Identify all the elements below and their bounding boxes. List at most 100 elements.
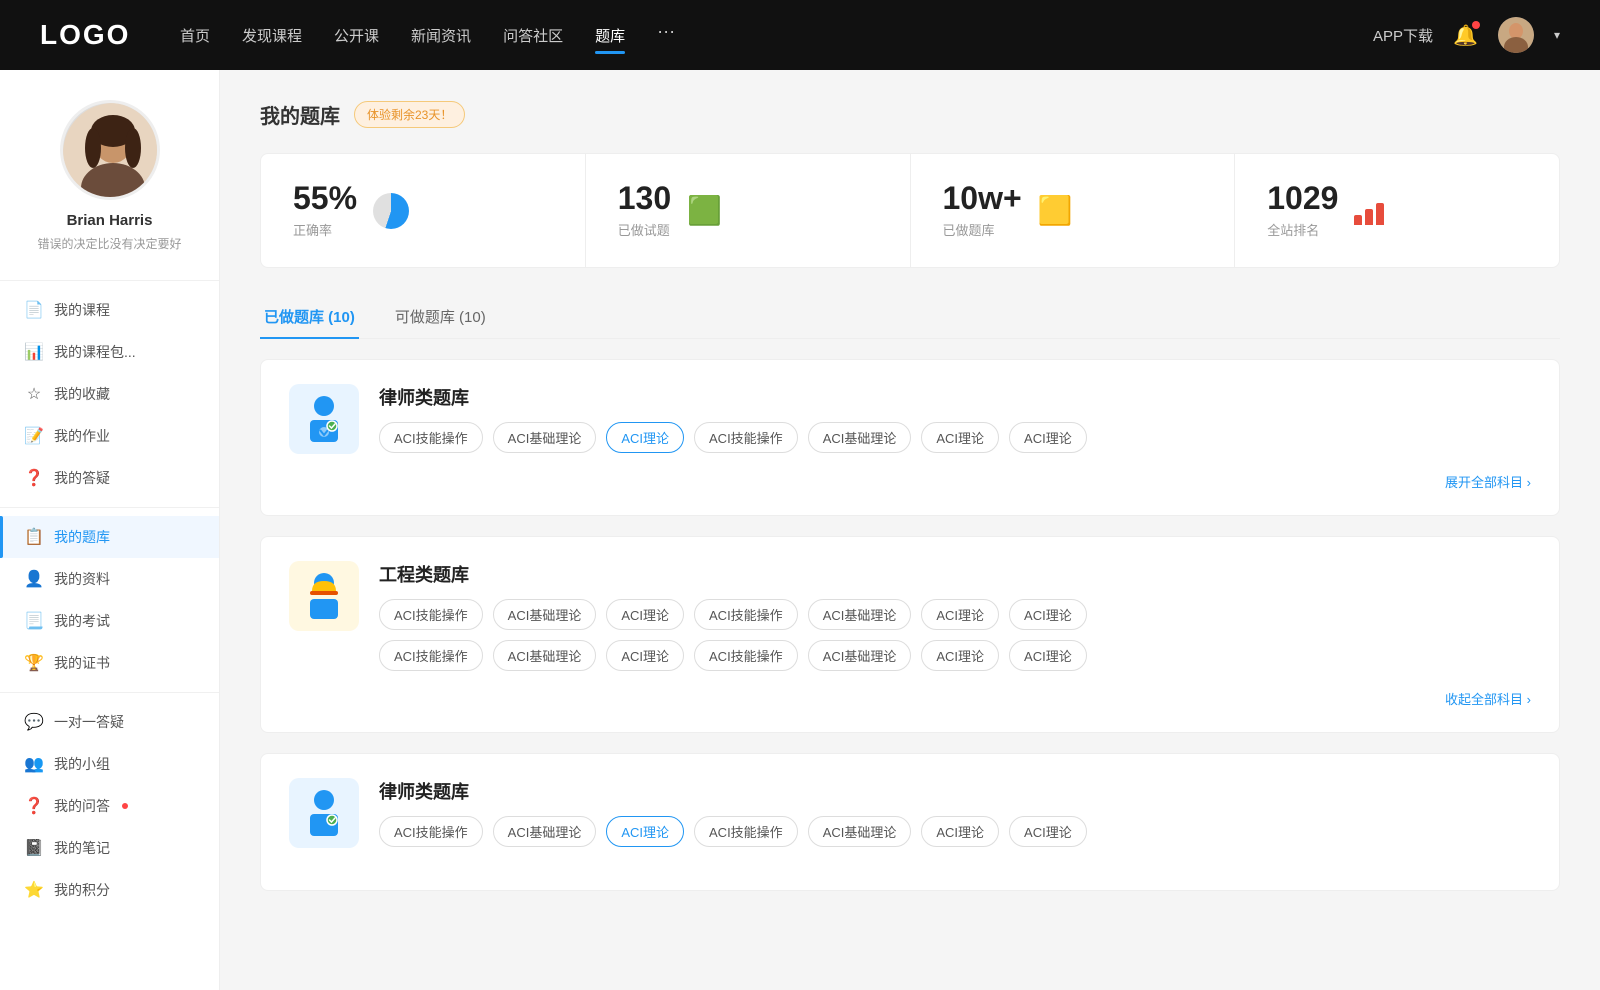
bank-tag[interactable]: ACI理论 <box>1009 599 1087 630</box>
bank-tag[interactable]: ACI技能操作 <box>379 816 483 847</box>
bank-tag[interactable]: ACI基础理论 <box>493 422 597 453</box>
bank-card-engineer: 工程类题库 ACI技能操作 ACI基础理论 ACI理论 ACI技能操作 ACI基… <box>260 536 1560 733</box>
bank-card-lawyer-1-header: 律师类题库 ACI技能操作 ACI基础理论 ACI理论 ACI技能操作 ACI基… <box>289 384 1531 454</box>
nav-dropdown-icon[interactable]: ▾ <box>1554 28 1560 42</box>
bank-tag[interactable]: ACI技能操作 <box>694 816 798 847</box>
tab-done-banks[interactable]: 已做题库 (10) <box>260 296 359 339</box>
sidebar-label-course-package: 我的课程包... <box>54 342 136 362</box>
tab-available-banks[interactable]: 可做题库 (10) <box>391 296 490 339</box>
nav-more[interactable]: ··· <box>657 21 675 50</box>
sidebar-label-favorites: 我的收藏 <box>54 384 110 404</box>
bar-1 <box>1354 215 1362 225</box>
nav-home[interactable]: 首页 <box>180 21 210 50</box>
rank-bar-chart <box>1354 197 1386 225</box>
bank-tag[interactable]: ACI基础理论 <box>493 599 597 630</box>
sidebar-item-groups[interactable]: 👥 我的小组 <box>0 743 219 785</box>
bank-tag[interactable]: ACI理论 <box>1009 640 1087 671</box>
bank-tag[interactable]: ACI基础理论 <box>808 599 912 630</box>
trial-badge: 体验剩余23天！ <box>354 101 465 128</box>
bank-card-lawyer-2-tags: ACI技能操作 ACI基础理论 ACI理论 ACI技能操作 ACI基础理论 AC… <box>379 816 1531 847</box>
nav-qa[interactable]: 问答社区 <box>503 21 563 50</box>
navbar: LOGO 首页 发现课程 公开课 新闻资讯 问答社区 题库 ··· APP下载 … <box>0 0 1600 70</box>
bank-tag-active[interactable]: ACI理论 <box>606 816 684 847</box>
stat-rank: 1029 全站排名 <box>1235 154 1559 267</box>
nav-open-course[interactable]: 公开课 <box>334 21 379 50</box>
groups-icon: 👥 <box>24 754 44 774</box>
1on1-icon: 💬 <box>24 712 44 732</box>
sidebar-label-homework: 我的作业 <box>54 426 110 446</box>
bank-tag[interactable]: ACI理论 <box>606 640 684 671</box>
nav-discover[interactable]: 发现课程 <box>242 21 302 50</box>
bank-tag[interactable]: ACI技能操作 <box>379 640 483 671</box>
certificate-icon: 🏆 <box>24 653 44 673</box>
nav-question-bank[interactable]: 题库 <box>595 21 625 50</box>
sidebar-item-my-courses[interactable]: 📄 我的课程 <box>0 289 219 331</box>
bank-tag[interactable]: ACI基础理论 <box>808 422 912 453</box>
sidebar-item-1on1[interactable]: 💬 一对一答疑 <box>0 701 219 743</box>
bank-tag[interactable]: ACI技能操作 <box>379 422 483 453</box>
lawyer-icon-svg <box>302 394 346 444</box>
nav-avatar[interactable] <box>1498 17 1534 53</box>
sidebar-divider-3 <box>0 692 219 693</box>
nav-app-download[interactable]: APP下载 <box>1373 25 1433 46</box>
bank-tag[interactable]: ACI理论 <box>921 640 999 671</box>
sidebar-item-profile[interactable]: 👤 我的资料 <box>0 558 219 600</box>
bank-tag[interactable]: ACI理论 <box>1009 816 1087 847</box>
sidebar-item-question-bank[interactable]: 📋 我的题库 <box>0 516 219 558</box>
bar-3 <box>1376 203 1384 225</box>
sidebar-item-certificate[interactable]: 🏆 我的证书 <box>0 642 219 684</box>
questions-icon: ❓ <box>24 468 44 488</box>
stat-done-questions: 130 已做试题 🟩 <box>586 154 911 267</box>
sidebar-divider-1 <box>0 280 219 281</box>
bank-tag-active[interactable]: ACI理论 <box>606 422 684 453</box>
sidebar-item-my-qa[interactable]: ❓ 我的问答 <box>0 785 219 827</box>
bank-tag[interactable]: ACI技能操作 <box>694 640 798 671</box>
course-package-icon: 📊 <box>24 342 44 362</box>
bank-collapse-engineer[interactable]: 收起全部科目 › <box>289 689 1531 708</box>
sidebar-label-groups: 我的小组 <box>54 754 110 774</box>
sidebar-item-points[interactable]: ⭐ 我的积分 <box>0 869 219 911</box>
bank-tag[interactable]: ACI理论 <box>921 816 999 847</box>
my-qa-icon: ❓ <box>24 796 44 816</box>
sidebar-label-certificate: 我的证书 <box>54 653 110 673</box>
bank-tag[interactable]: ACI理论 <box>1009 422 1087 453</box>
sidebar-label-my-courses: 我的课程 <box>54 300 110 320</box>
bank-card-engineer-name: 工程类题库 <box>379 561 1531 587</box>
sidebar-label-questions: 我的答疑 <box>54 468 110 488</box>
stats-row: 55% 正确率 130 已做试题 🟩 10w+ 已做题库 🟨 <box>260 153 1560 268</box>
bank-tag[interactable]: ACI理论 <box>606 599 684 630</box>
bank-card-lawyer-1-name: 律师类题库 <box>379 384 1531 410</box>
bank-tag[interactable]: ACI理论 <box>921 422 999 453</box>
favorites-icon: ☆ <box>24 384 44 404</box>
bank-card-lawyer-2-header: 律师类题库 ACI技能操作 ACI基础理论 ACI理论 ACI技能操作 ACI基… <box>289 778 1531 848</box>
sidebar-item-notes[interactable]: 📓 我的笔记 <box>0 827 219 869</box>
bank-tag[interactable]: ACI技能操作 <box>379 599 483 630</box>
bank-tag[interactable]: ACI技能操作 <box>694 599 798 630</box>
bank-expand-lawyer-1[interactable]: 展开全部科目 › <box>289 472 1531 491</box>
sidebar-item-homework[interactable]: 📝 我的作业 <box>0 415 219 457</box>
sidebar-item-exam[interactable]: 📃 我的考试 <box>0 600 219 642</box>
bank-tag[interactable]: ACI基础理论 <box>493 640 597 671</box>
bank-tag[interactable]: ACI基础理论 <box>808 816 912 847</box>
exam-icon: 📃 <box>24 611 44 631</box>
sidebar-item-questions[interactable]: ❓ 我的答疑 <box>0 457 219 499</box>
page: Brian Harris 错误的决定比没有决定要好 📄 我的课程 📊 我的课程包… <box>0 70 1600 990</box>
bank-tag[interactable]: ACI基础理论 <box>808 640 912 671</box>
sidebar-avatar <box>60 100 160 200</box>
sidebar-item-course-package[interactable]: 📊 我的课程包... <box>0 331 219 373</box>
page-header: 我的题库 体验剩余23天！ <box>260 100 1560 129</box>
stat-done-banks-text: 10w+ 已做题库 <box>943 182 1022 239</box>
bank-card-lawyer-2-name: 律师类题库 <box>379 778 1531 804</box>
bank-tag[interactable]: ACI基础理论 <box>493 816 597 847</box>
bank-card-lawyer-1-tags: ACI技能操作 ACI基础理论 ACI理论 ACI技能操作 ACI基础理论 AC… <box>379 422 1531 453</box>
nav-news[interactable]: 新闻资讯 <box>411 21 471 50</box>
nav-bell-icon[interactable]: 🔔 <box>1453 23 1478 48</box>
sidebar-item-favorites[interactable]: ☆ 我的收藏 <box>0 373 219 415</box>
bank-tag[interactable]: ACI理论 <box>921 599 999 630</box>
sidebar-label-profile: 我的资料 <box>54 569 110 589</box>
stat-done-banks: 10w+ 已做题库 🟨 <box>911 154 1236 267</box>
bank-card-engineer-info: 工程类题库 ACI技能操作 ACI基础理论 ACI理论 ACI技能操作 ACI基… <box>379 561 1531 671</box>
sidebar-divider-2 <box>0 507 219 508</box>
bank-tag[interactable]: ACI技能操作 <box>694 422 798 453</box>
sidebar-profile: Brian Harris 错误的决定比没有决定要好 <box>0 100 219 272</box>
